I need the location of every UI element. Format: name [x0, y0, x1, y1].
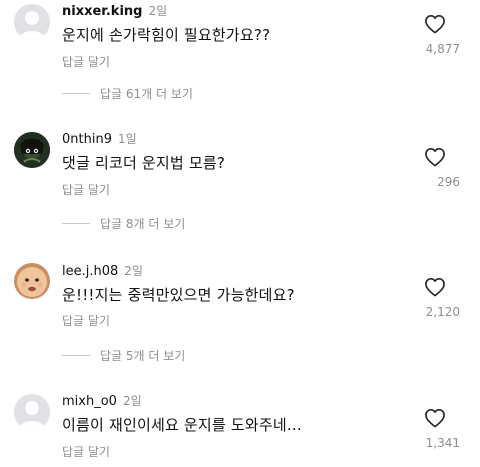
reply-button[interactable]: 답글 달기: [62, 312, 110, 329]
comment-text: 운지에 손가락힘이 필요한가요??: [62, 26, 271, 44]
like-count: 296: [437, 175, 460, 189]
default-avatar-icon[interactable]: [14, 4, 50, 40]
like-area: 4,877: [410, 14, 460, 56]
timestamp: 2일: [122, 394, 142, 408]
username[interactable]: 0nthin9: [62, 132, 112, 147]
view-replies-button[interactable]: 답글 5개 더 보기: [62, 347, 185, 364]
profile-photo: [14, 132, 50, 168]
timestamp: 1일: [117, 132, 137, 146]
heart-outline-icon[interactable]: [424, 147, 446, 167]
comment-meta: 0nthin9 1일: [62, 130, 137, 147]
reply-button[interactable]: 답글 달기: [62, 53, 110, 70]
avatar[interactable]: [14, 132, 50, 168]
username[interactable]: lee.j.h08: [62, 264, 118, 279]
divider-line: [62, 93, 90, 94]
comment-text: 이름이 재인이세요 운지를 도와주네...: [62, 416, 302, 434]
avatar[interactable]: [14, 263, 50, 299]
like-count: 1,341: [425, 436, 460, 450]
view-replies-label: 답글 8개 더 보기: [100, 217, 186, 231]
comment-text: 댓글 리코더 운지법 모름?: [62, 154, 226, 172]
view-replies-button[interactable]: 답글 61개 더 보기: [62, 85, 193, 102]
like-count: 2,120: [425, 305, 460, 319]
divider-line: [62, 355, 90, 356]
heart-outline-icon[interactable]: [424, 408, 446, 428]
comment-meta: nixxer.king 2일: [62, 2, 167, 19]
username[interactable]: mixh_o0: [62, 394, 117, 409]
timestamp: 2일: [124, 264, 143, 278]
username[interactable]: nixxer.king: [62, 4, 142, 19]
comment-meta: lee.j.h08 2일: [62, 262, 143, 279]
heart-outline-icon[interactable]: [424, 277, 446, 297]
view-replies-label: 답글 5개 더 보기: [100, 349, 186, 363]
view-replies-button[interactable]: 답글 8개 더 보기: [62, 215, 185, 232]
reply-button[interactable]: 답글 달기: [62, 443, 110, 460]
default-avatar-icon[interactable]: [14, 394, 50, 430]
heart-outline-icon[interactable]: [424, 14, 446, 34]
like-area: 2,120: [410, 277, 460, 319]
profile-photo: [14, 263, 50, 299]
comment-meta: mixh_o0 2일: [62, 392, 142, 409]
reply-button[interactable]: 답글 달기: [62, 181, 110, 198]
like-area: 1,341: [410, 408, 460, 450]
view-replies-label: 답글 61개 더 보기: [100, 87, 193, 101]
like-area: 296: [410, 147, 460, 189]
divider-line: [62, 223, 90, 224]
like-count: 4,877: [425, 42, 460, 56]
comment-text: 운!!!지는 중력만있으면 가능한데요?: [62, 286, 295, 304]
timestamp: 2일: [148, 4, 168, 18]
